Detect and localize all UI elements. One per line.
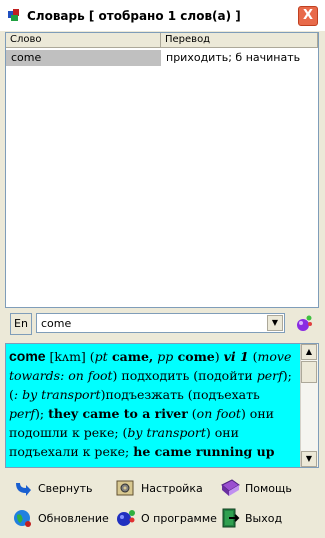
article-segment: ) <box>214 349 224 364</box>
article-headword: come <box>9 348 46 364</box>
help-label: Помощь <box>245 481 292 495</box>
help-button[interactable]: Помощь <box>219 475 292 501</box>
search-input[interactable] <box>39 315 268 331</box>
settings-label: Настройка <box>141 481 203 495</box>
article-segment: ( <box>248 349 258 364</box>
article-segment: : by transport <box>13 387 101 402</box>
article-segment: [kʌm] ( <box>45 349 95 364</box>
article-segment: perf <box>256 368 283 383</box>
window-title: Словарь [ отобрано 1 слов(а) ] <box>27 9 241 23</box>
update-globe-icon <box>14 510 31 527</box>
scroll-thumb[interactable] <box>301 361 317 383</box>
exit-button[interactable]: Выход <box>219 505 282 531</box>
scroll-up-icon[interactable]: ▲ <box>301 344 317 360</box>
article-segment: came, <box>107 349 154 364</box>
language-toggle-button[interactable]: En <box>10 313 32 335</box>
article-segment: )подъезжать (подъехать <box>100 387 260 402</box>
search-bar: En ▼ <box>5 311 319 339</box>
word-list[interactable]: Слово Перевод come приходить; б начинать <box>5 32 319 308</box>
collapse-arrow-icon <box>16 483 31 496</box>
article-segment: pp <box>157 349 174 364</box>
about-label: О программе <box>141 511 217 525</box>
list-cell-translation: приходить; б начинать <box>166 51 301 64</box>
app-icon <box>8 9 19 21</box>
article-body: [kʌm] (pt came, pp come) vi 1 (move towa… <box>9 349 292 459</box>
list-row[interactable]: come приходить; б начинать <box>6 50 318 66</box>
help-book-icon <box>221 479 240 496</box>
translate-orb-icon[interactable] <box>295 315 313 333</box>
scroll-down-icon[interactable]: ▼ <box>301 451 317 467</box>
article-segment: ) подходить (подойти <box>112 368 257 383</box>
column-header-translation[interactable]: Перевод <box>161 33 318 48</box>
update-label: Обновление <box>38 511 109 525</box>
about-button[interactable]: О программе <box>115 505 217 531</box>
article-segment: pt <box>94 349 108 364</box>
close-icon: X <box>302 8 314 23</box>
article-scrollbar[interactable]: ▲ ▼ <box>300 344 318 467</box>
article-text: come [kʌm] (pt came, pp come) vi 1 (move… <box>6 344 300 467</box>
article-segment: ( <box>187 406 197 421</box>
article-segment: vi 1 <box>223 349 249 364</box>
article-segment: on foot <box>196 406 241 421</box>
search-combobox[interactable]: ▼ <box>36 313 285 333</box>
settings-icon <box>116 480 134 496</box>
article-segment: he came running up <box>133 444 275 459</box>
dropdown-arrow-icon[interactable]: ▼ <box>267 315 283 331</box>
article-panel[interactable]: come [kʌm] (pt came, pp come) vi 1 (move… <box>5 343 319 468</box>
article-segment: they came to a river <box>48 406 188 421</box>
title-bar[interactable]: Словарь [ отобрано 1 слов(а) ] X <box>0 0 325 31</box>
article-segment: come <box>173 349 215 364</box>
column-header-word[interactable]: Слово <box>6 33 161 48</box>
article-segment: by transport <box>127 425 206 440</box>
about-icon <box>117 510 135 526</box>
collapse-button[interactable]: Свернуть <box>12 475 93 501</box>
exit-door-icon <box>222 508 240 528</box>
exit-label: Выход <box>245 511 283 525</box>
list-cell-word: come <box>6 50 161 66</box>
collapse-label: Свернуть <box>38 481 93 495</box>
settings-button[interactable]: Настройка <box>115 475 203 501</box>
dictionary-window: Словарь [ отобрано 1 слов(а) ] X Слово П… <box>0 0 325 538</box>
article-segment: perf <box>9 406 36 421</box>
close-button[interactable]: X <box>298 6 318 26</box>
update-button[interactable]: Обновление <box>12 505 109 531</box>
article-segment: ); <box>35 406 49 421</box>
